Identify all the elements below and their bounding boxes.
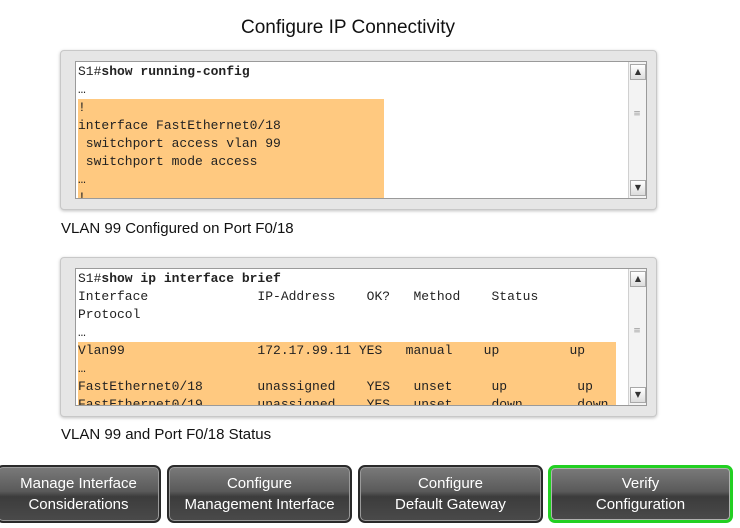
terminal-panel-running-config: S1#show running-config … ! interface Fas…	[60, 50, 657, 210]
nav-button-label: Considerations	[28, 496, 129, 513]
terminal-line-highlighted: !	[78, 99, 384, 117]
terminal-output: S1#show running-config … ! interface Fas…	[76, 62, 629, 198]
terminal-line-highlighted: Vlan99 172.17.99.11 YES manual up up	[78, 342, 616, 360]
vertical-scrollbar[interactable]: ▲ ≡ ▼	[628, 62, 646, 198]
terminal-line-highlighted: switchport access vlan 99	[78, 135, 384, 153]
scroll-up-icon[interactable]: ▲	[630, 271, 646, 287]
terminal-line-highlighted: …	[78, 360, 616, 378]
terminal-line: Protocol	[78, 307, 141, 322]
nav-button-manage-interface-considerations[interactable]: Manage Interface Considerations	[0, 465, 161, 523]
scroll-up-icon[interactable]: ▲	[630, 64, 646, 80]
scroll-down-icon[interactable]: ▼	[630, 180, 646, 196]
terminal-line-highlighted: FastEthernet0/18 unassigned YES unset up…	[78, 378, 616, 396]
nav-button-label: Configuration	[595, 496, 686, 513]
panel2-caption: VLAN 99 and Port F0/18 Status	[61, 426, 272, 443]
scroll-thumb-grip-icon[interactable]: ≡	[633, 327, 641, 336]
nav-button-label: Manage Interface	[20, 475, 137, 492]
terminal-line-highlighted: interface FastEthernet0/18	[78, 117, 384, 135]
nav-button-label: Configure	[226, 475, 293, 492]
terminal-line: Interface IP-Address OK? Method Status	[78, 289, 539, 304]
terminal-line-highlighted: …	[78, 171, 384, 189]
terminal-line: …	[78, 325, 86, 340]
vertical-scrollbar[interactable]: ▲ ≡ ▼	[628, 269, 646, 405]
scroll-down-icon[interactable]: ▼	[630, 387, 646, 403]
scroll-thumb-grip-icon[interactable]: ≡	[633, 110, 641, 119]
terminal-line-highlighted: FastEthernet0/19 unassigned YES unset do…	[78, 396, 616, 405]
nav-button-label: Verify	[621, 475, 660, 492]
nav-button-verify-configuration[interactable]: Verify Configuration	[548, 465, 733, 523]
terminal-line-highlighted: !	[78, 189, 384, 198]
terminal-line: S1#show running-config	[78, 64, 250, 79]
nav-button-configure-management-interface[interactable]: Configure Management Interface	[167, 465, 352, 523]
terminal-window: S1#show ip interface brief Interface IP-…	[75, 268, 647, 406]
page-title: Configure IP Connectivity	[240, 17, 456, 38]
panel1-caption: VLAN 99 Configured on Port F0/18	[61, 220, 294, 237]
terminal-line: …	[78, 82, 86, 97]
nav-button-label: Management Interface	[184, 496, 335, 513]
terminal-window: S1#show running-config … ! interface Fas…	[75, 61, 647, 199]
terminal-line-highlighted: switchport mode access	[78, 153, 384, 171]
terminal-line: S1#show ip interface brief	[78, 271, 281, 286]
terminal-output: S1#show ip interface brief Interface IP-…	[76, 269, 629, 405]
nav-button-configure-default-gateway[interactable]: Configure Default Gateway	[358, 465, 543, 523]
nav-button-label: Default Gateway	[395, 496, 506, 513]
terminal-panel-ip-interface-brief: S1#show ip interface brief Interface IP-…	[60, 257, 657, 417]
nav-button-label: Configure	[417, 475, 484, 492]
